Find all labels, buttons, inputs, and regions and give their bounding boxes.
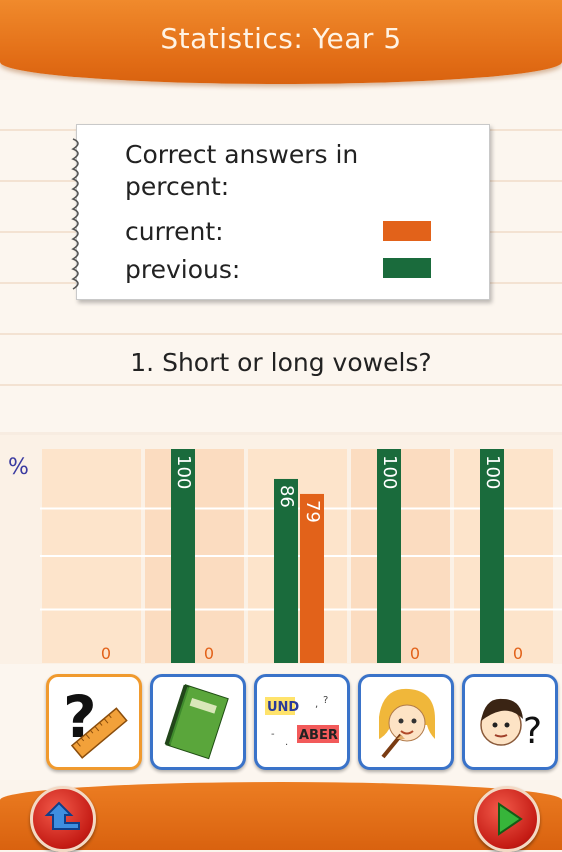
green-book-icon xyxy=(164,684,229,760)
category-button-2[interactable] xyxy=(150,674,246,770)
chart-canvas: 0 100 0 8679 100 0 100 0 xyxy=(40,449,562,663)
bar-label-current-3: 79 xyxy=(302,500,323,523)
bar-label-previous-3: 86 xyxy=(276,485,297,508)
svg-text:,: , xyxy=(315,699,318,710)
boy-question-icon: ? xyxy=(480,698,542,752)
legend-previous-swatch xyxy=(383,258,431,278)
category-button-3[interactable]: UND ABER ,? -. xyxy=(254,674,350,770)
category-button-4[interactable] xyxy=(358,674,454,770)
bar-label-previous-4: 100 xyxy=(379,455,400,489)
svg-text:?: ? xyxy=(323,695,328,706)
bar-label-previous-5: 100 xyxy=(482,455,503,489)
bar-label-current-4: 0 xyxy=(410,644,420,663)
svg-text:-: - xyxy=(271,729,275,740)
legend-current-swatch xyxy=(383,221,431,241)
question-title: 1. Short or long vowels? xyxy=(130,348,432,377)
bar-label-current-2: 0 xyxy=(204,644,214,663)
category-button-1[interactable]: ? xyxy=(46,674,142,770)
header-bar: Statistics: Year 5 xyxy=(0,0,562,84)
legend-previous-label: previous: xyxy=(125,255,241,284)
legend-title: Correct answers in percent: xyxy=(125,140,359,201)
bar-label-current-1: 0 xyxy=(101,644,111,663)
svg-text:.: . xyxy=(285,737,288,748)
bar-label-previous-2: 100 xyxy=(173,455,194,489)
back-arrow-icon xyxy=(44,801,80,830)
svg-text:?: ? xyxy=(523,711,542,752)
svg-text:UND: UND xyxy=(267,700,299,715)
spiral-binding-icon xyxy=(71,138,79,290)
back-button[interactable] xyxy=(30,786,96,852)
legend-current-label: current: xyxy=(125,217,224,246)
next-button[interactable] xyxy=(474,786,540,852)
bar-label-current-5: 0 xyxy=(513,644,523,663)
girl-writing-icon xyxy=(379,688,435,759)
question-ruler-icon: ? xyxy=(63,683,128,759)
play-next-icon xyxy=(498,802,523,836)
page-title: Statistics: Year 5 xyxy=(160,22,402,55)
legend-card: Correct answers in percent: current: pre… xyxy=(71,124,490,300)
und-aber-words-icon: UND ABER , ? -. xyxy=(265,695,339,748)
category-button-5[interactable]: ? xyxy=(462,674,558,770)
bar-chart: % 0 100 0 86 79 100 0 100 0 xyxy=(0,432,562,667)
svg-text:ABER: ABER xyxy=(299,728,338,743)
